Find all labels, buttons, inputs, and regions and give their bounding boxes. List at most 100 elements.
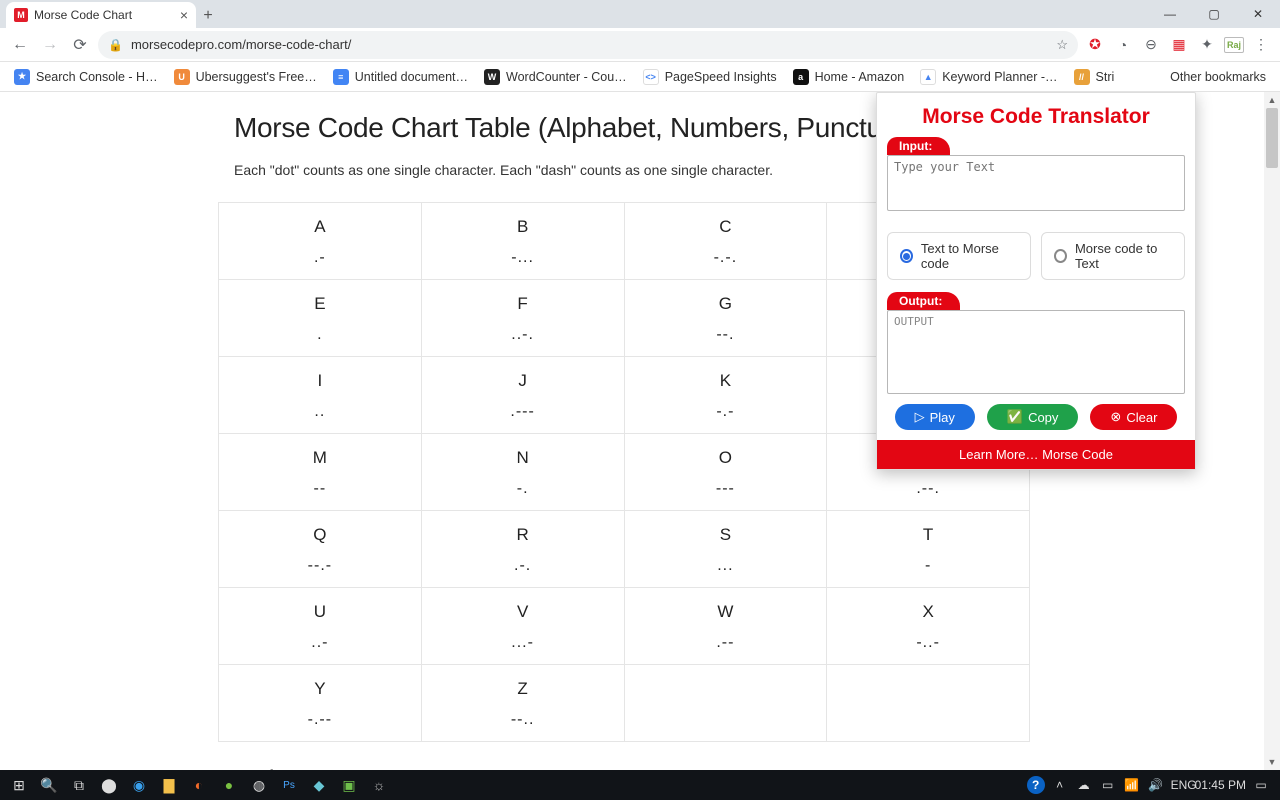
morse-code: --- — [625, 480, 827, 498]
other-bookmarks[interactable]: Other bookmarks — [1164, 66, 1272, 88]
morse-code: .--. — [827, 480, 1029, 498]
translator-popup: Morse Code Translator Input: Text to Mor… — [876, 92, 1196, 470]
bookmark-star-icon[interactable]: ☆ — [1056, 37, 1068, 53]
morse-letter: X — [827, 602, 1029, 622]
tab-favicon: M — [14, 8, 28, 22]
new-tab-button[interactable]: + — [196, 4, 220, 28]
browser-tab-active[interactable]: M Morse Code Chart × — [6, 2, 196, 28]
tray-clock[interactable]: 01:45 PM — [1195, 778, 1246, 792]
morse-code: -.- — [625, 403, 827, 421]
bookmark-favicon: <> — [643, 69, 659, 85]
nav-forward-button[interactable]: → — [38, 33, 62, 57]
morse-code: --. — [625, 326, 827, 344]
mode-morse-to-text[interactable]: Morse code to Text — [1041, 232, 1185, 280]
morse-letter: B — [422, 217, 624, 237]
morse-cell: B-... — [421, 203, 624, 280]
taskbar-app-5[interactable]: ● — [214, 770, 244, 800]
taskbar-app-10[interactable]: ☼ — [364, 770, 394, 800]
play-button[interactable]: ▷Play — [895, 404, 975, 430]
bookmark-favicon: a — [793, 69, 809, 85]
tray-chevron-icon[interactable]: ˄ — [1051, 778, 1069, 792]
bookmark-item-1[interactable]: UUbersuggest's Free… — [168, 65, 323, 89]
taskbar-search-icon[interactable]: 🔍 — [34, 770, 64, 800]
taskbar-app-9[interactable]: ▣ — [334, 770, 364, 800]
tray-language[interactable]: ENG — [1171, 778, 1189, 792]
morse-cell: N-. — [421, 434, 624, 511]
morse-letter: E — [219, 294, 421, 314]
extension-morse-icon[interactable]: ✪ — [1084, 34, 1106, 56]
morse-code: .. — [219, 403, 421, 421]
morse-cell: W.-- — [624, 588, 827, 665]
browser-menu-icon[interactable]: ⋮ — [1250, 34, 1272, 56]
morse-cell: U..- — [219, 588, 422, 665]
extension-icon-3[interactable]: ⊖ — [1140, 34, 1162, 56]
morse-cell — [827, 665, 1030, 742]
morse-code: --.. — [422, 711, 624, 729]
help-tray-icon[interactable]: ? — [1027, 776, 1045, 794]
play-icon: ▷ — [915, 409, 925, 425]
morse-code: --.- — [219, 557, 421, 575]
scroll-down-arrow[interactable]: ▼ — [1264, 754, 1280, 770]
morse-letter: F — [422, 294, 624, 314]
bookmark-favicon: // — [1074, 69, 1090, 85]
bookmark-item-4[interactable]: <>PageSpeed Insights — [637, 65, 783, 89]
morse-cell: J.--- — [421, 357, 624, 434]
taskbar-app-8[interactable]: ◆ — [304, 770, 334, 800]
taskbar-app-1[interactable]: ⬤ — [94, 770, 124, 800]
morse-cell — [624, 665, 827, 742]
window-minimize-button[interactable]: — — [1148, 0, 1192, 28]
morse-letter: O — [625, 448, 827, 468]
clear-icon: ⊗ — [1110, 409, 1121, 425]
radio-off-icon — [1054, 249, 1067, 263]
bookmark-label: WordCounter - Cou… — [506, 70, 627, 84]
nav-back-button[interactable]: ← — [8, 33, 32, 57]
lock-icon: 🔒 — [108, 38, 123, 52]
morse-cell: Z--.. — [421, 665, 624, 742]
address-bar[interactable]: 🔒 morsecodepro.com/morse-code-chart/ ☆ — [98, 31, 1078, 59]
scroll-thumb[interactable] — [1266, 108, 1278, 168]
taskbar-app-edge[interactable]: ◉ — [124, 770, 154, 800]
bookmark-item-2[interactable]: ≡Untitled document… — [327, 65, 474, 89]
bookmark-item-0[interactable]: ★Search Console - H… — [8, 65, 164, 89]
tray-cloud-icon[interactable]: ☁ — [1075, 778, 1093, 792]
profile-avatar[interactable]: Raj — [1224, 37, 1244, 53]
morse-cell: V...- — [421, 588, 624, 665]
bookmark-item-5[interactable]: aHome - Amazon — [787, 65, 911, 89]
copy-button[interactable]: ✅Copy — [987, 404, 1079, 430]
extension-icon-2[interactable]: ◔ — [1112, 34, 1134, 56]
tray-battery-icon[interactable]: ▭ — [1099, 778, 1117, 792]
morse-cell: S... — [624, 511, 827, 588]
morse-code: ... — [625, 557, 827, 575]
taskbar-app-firefox[interactable]: ◐ — [184, 770, 214, 800]
bookmark-item-7[interactable]: //Stri — [1068, 65, 1121, 89]
bookmark-item-3[interactable]: WWordCounter - Cou… — [478, 65, 633, 89]
tray-wifi-icon[interactable]: 📶 — [1123, 778, 1141, 792]
tray-volume-icon[interactable]: 🔊 — [1147, 778, 1165, 792]
morse-cell: X-..- — [827, 588, 1030, 665]
bookmark-item-6[interactable]: ▲Keyword Planner -… — [914, 65, 1063, 89]
morse-code: ..-. — [422, 326, 624, 344]
mode-text-to-morse[interactable]: Text to Morse code — [887, 232, 1031, 280]
scroll-up-arrow[interactable]: ▲ — [1264, 92, 1280, 108]
taskbar-app-chrome[interactable]: ◍ — [244, 770, 274, 800]
tray-notifications-icon[interactable]: ▭ — [1252, 778, 1270, 792]
taskbar-app-photoshop[interactable]: Ps — [274, 770, 304, 800]
extensions-puzzle-icon[interactable]: ✦ — [1196, 34, 1218, 56]
tab-close-icon[interactable]: × — [180, 7, 188, 23]
morse-code: ..- — [219, 634, 421, 652]
morse-code: .-- — [625, 634, 827, 652]
page-scrollbar[interactable]: ▲ ▼ — [1264, 92, 1280, 770]
clear-button[interactable]: ⊗Clear — [1090, 404, 1177, 430]
copy-icon: ✅ — [1007, 409, 1023, 425]
input-textarea[interactable] — [887, 155, 1185, 211]
taskbar-app-explorer[interactable]: ▇ — [154, 770, 184, 800]
morse-code: .--- — [422, 403, 624, 421]
morse-code: ...- — [422, 634, 624, 652]
task-view-icon[interactable]: ⧉ — [64, 770, 94, 800]
start-button[interactable]: ⊞ — [4, 770, 34, 800]
extension-icon-4[interactable]: ▦ — [1168, 34, 1190, 56]
window-close-button[interactable]: ✕ — [1236, 0, 1280, 28]
window-maximize-button[interactable]: ▢ — [1192, 0, 1236, 28]
learn-more-link[interactable]: Learn More… Morse Code — [877, 440, 1195, 469]
nav-reload-button[interactable]: ⟳ — [68, 33, 92, 57]
